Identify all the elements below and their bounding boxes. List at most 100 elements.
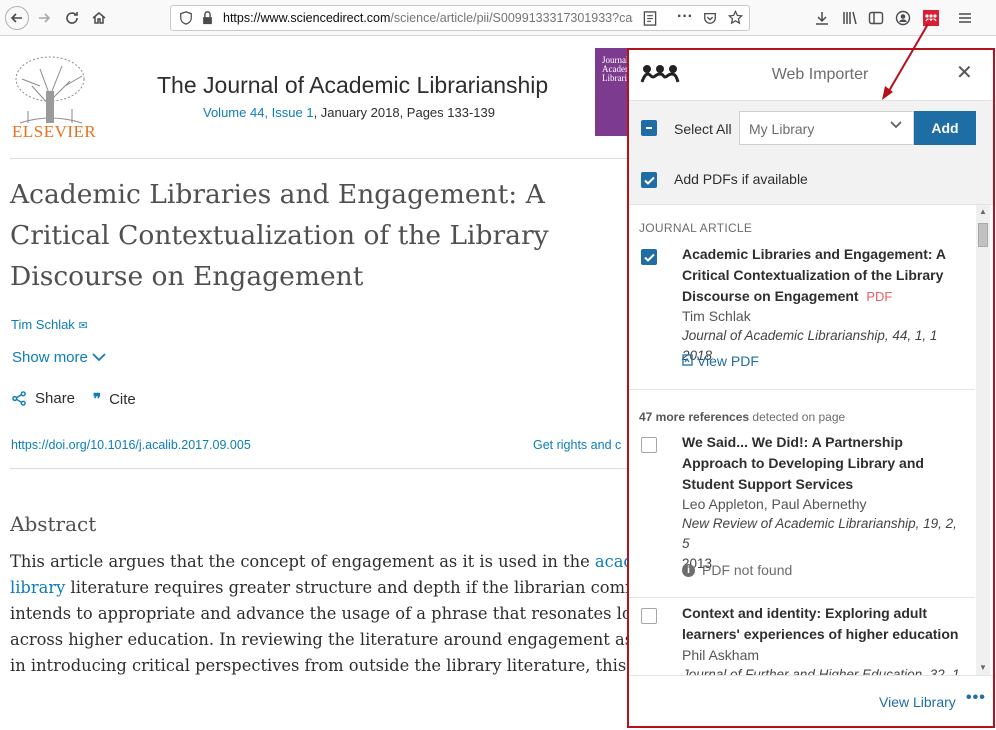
scroll-thumb[interactable] — [978, 223, 988, 247]
item-source: Journal of Further and Higher Education,… — [682, 667, 960, 675]
cite-button[interactable]: ❞ Cite — [93, 390, 136, 409]
library-icon — [843, 11, 857, 25]
item-author: Phil Askham — [682, 647, 760, 663]
more-references-label: 47 more references detected on page — [639, 410, 845, 424]
mail-icon[interactable]: ✉ — [78, 320, 87, 332]
abstract-text-segment: This article argues that the concept of … — [10, 552, 595, 571]
scroll-up-icon[interactable]: ▲ — [979, 207, 987, 216]
back-button[interactable] — [5, 6, 29, 30]
select-all-checkbox[interactable] — [641, 120, 657, 136]
rights-link[interactable]: Get rights and c — [533, 438, 621, 452]
divider — [629, 597, 975, 598]
item-checkbox[interactable] — [641, 249, 657, 265]
shield-icon[interactable] — [179, 11, 193, 25]
select-all-label[interactable]: Select All — [674, 121, 732, 137]
mendeley-extension-button[interactable] — [919, 6, 943, 30]
select-row: Select All My Library Add — [629, 100, 993, 155]
more-references-text: detected on page — [749, 410, 846, 424]
academic-library-link[interactable]: academic — [595, 552, 630, 571]
share-label: Share — [35, 390, 76, 407]
quote-icon: ❞ — [93, 391, 102, 408]
sidebar-button[interactable] — [864, 6, 888, 30]
item-checkbox[interactable] — [641, 608, 657, 624]
more-options-icon[interactable]: ••• — [966, 689, 986, 707]
item-title: Academic Libraries and Engagement: A Cri… — [682, 244, 967, 307]
pdf-status-label: PDF not found — [702, 562, 793, 578]
article-page: ELSEVIER The Journal of Academic Librari… — [0, 36, 630, 730]
cover-text: Journal Academ Librari — [602, 55, 630, 83]
chevron-down-icon — [890, 121, 902, 129]
close-icon[interactable]: ✕ — [956, 63, 973, 83]
scrollbar[interactable]: ▲ ▼ — [976, 205, 990, 675]
url-bar[interactable]: https://www.sciencedirect.com/science/ar… — [170, 5, 750, 31]
item-source-text: New Review of Academic Librarianship, 19… — [682, 516, 957, 551]
downloads-button[interactable] — [810, 6, 834, 30]
abstract-text-segment: literature requires greater structure an… — [65, 578, 630, 597]
share-button[interactable]: Share — [12, 390, 75, 407]
hamburger-icon — [959, 13, 971, 23]
issue-details: , January 2018, Pages 133-139 — [313, 105, 495, 120]
show-more-button[interactable]: Show more — [12, 349, 106, 366]
item-checkbox[interactable] — [641, 437, 657, 453]
importer-footer: View Library ••• — [629, 675, 993, 726]
view-library-link[interactable]: View Library — [879, 694, 956, 710]
abstract-text: This article argues that the concept of … — [10, 549, 630, 679]
add-button[interactable]: Add — [914, 111, 976, 145]
menu-button[interactable] — [953, 6, 977, 30]
bookmark-star-icon[interactable] — [728, 10, 743, 25]
library-select-value: My Library — [749, 121, 815, 137]
abstract-line: in introducing critical perspectives fro… — [10, 656, 630, 675]
account-button[interactable] — [891, 6, 915, 30]
reload-icon — [66, 12, 78, 24]
checkmark-icon — [643, 176, 655, 185]
abstract-line: library literature requires greater stru… — [10, 575, 630, 601]
library-select[interactable]: My Library — [739, 111, 914, 145]
more-references-count: 47 more references — [639, 410, 750, 424]
share-icon — [12, 391, 26, 406]
abstract-line: This article argues that the concept of … — [10, 549, 630, 575]
issue-info: Volume 44, Issue 1, January 2018, Pages … — [203, 105, 495, 120]
academic-library-link[interactable]: library — [10, 578, 65, 597]
info-icon: i — [682, 563, 695, 577]
arrow-left-icon — [10, 13, 22, 23]
forward-button[interactable] — [32, 6, 56, 30]
journal-title[interactable]: The Journal of Academic Librarianship — [157, 72, 548, 99]
section-label: JOURNAL ARTICLE — [639, 221, 753, 235]
pocket-icon[interactable] — [703, 11, 717, 25]
elsevier-wordmark[interactable]: ELSEVIER — [12, 122, 96, 142]
account-icon — [895, 10, 911, 26]
add-pdfs-label[interactable]: Add PDFs if available — [674, 171, 808, 187]
download-icon — [816, 12, 828, 25]
author-name[interactable]: Tim Schlak — [11, 317, 75, 332]
view-pdf-label: View PDF — [696, 353, 759, 369]
reader-view-icon[interactable] — [643, 11, 657, 26]
browser-toolbar: https://www.sciencedirect.com/science/ar… — [0, 0, 996, 36]
issue-link[interactable]: Volume 44, Issue 1 — [203, 105, 314, 120]
abstract-line: intends to appropriate and advance the u… — [10, 604, 630, 623]
journal-cover[interactable]: Journal Academ Librari — [595, 48, 630, 136]
home-button[interactable] — [87, 6, 111, 30]
item-title: Context and identity: Exploring adult le… — [682, 605, 959, 642]
doi-link[interactable]: https://doi.org/10.1016/j.acalib.2017.09… — [11, 438, 251, 452]
view-pdf-link[interactable]: View PDF — [682, 353, 759, 369]
reload-button[interactable] — [60, 6, 84, 30]
checkmark-icon — [643, 253, 655, 262]
chevron-down-icon — [92, 353, 106, 362]
item-title: We Said... We Did!: A Partnership Approa… — [682, 434, 924, 492]
web-importer-panel: Web Importer ✕ Select All My Library Add… — [627, 48, 995, 728]
pdf-not-found: i PDF not found — [682, 562, 792, 578]
page-actions-icon[interactable]: ··· — [677, 8, 693, 26]
abstract-line: across higher education. In reviewing th… — [10, 630, 630, 649]
lock-icon[interactable] — [201, 11, 214, 25]
add-pdfs-row: Add PDFs if available — [629, 155, 993, 205]
importer-header: Web Importer ✕ — [629, 50, 993, 100]
author-link[interactable]: Tim Schlak ✉ — [11, 317, 88, 332]
importer-title: Web Importer — [771, 66, 869, 83]
item-author: Leo Appleton, Paul Abernethy — [682, 496, 867, 512]
item-title-text: Academic Libraries and Engagement: A Cri… — [682, 246, 946, 304]
article-title: Academic Libraries and Engagement: A Cri… — [10, 179, 549, 292]
library-button[interactable] — [838, 6, 862, 30]
add-pdfs-checkbox[interactable] — [641, 172, 657, 188]
scroll-down-icon[interactable]: ▼ — [979, 663, 987, 672]
pdf-file-icon — [682, 354, 693, 366]
